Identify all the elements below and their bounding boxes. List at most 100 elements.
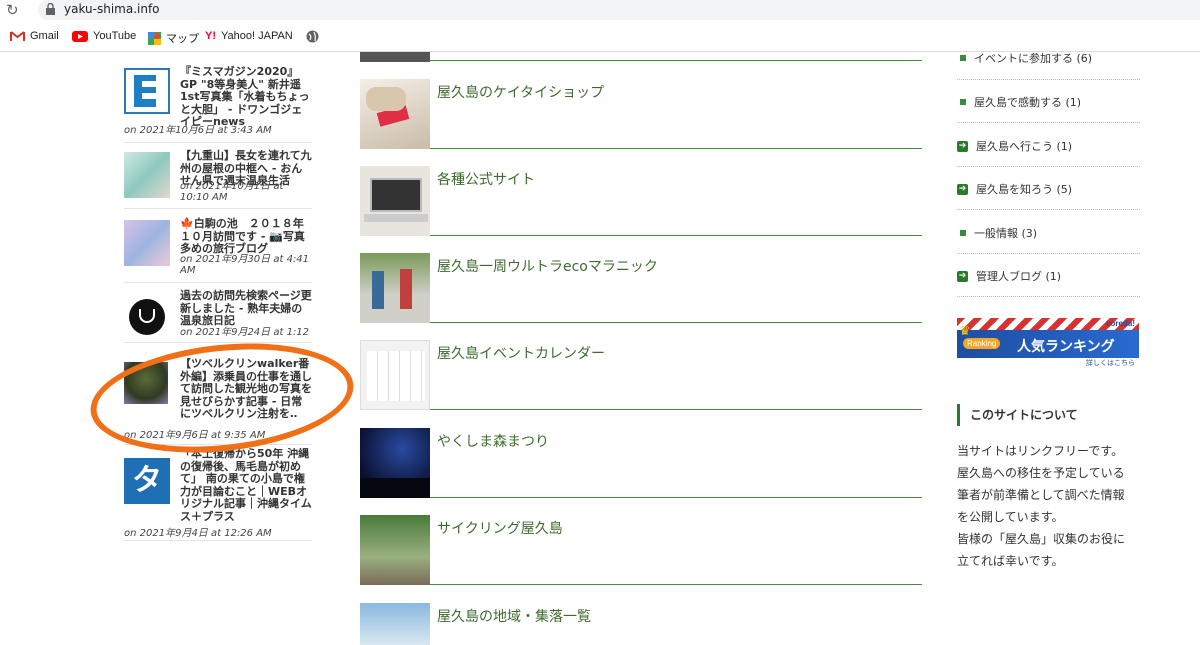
arrow-right-icon: ➔ — [957, 140, 968, 152]
maps-icon — [148, 31, 161, 45]
divider — [957, 166, 1140, 167]
card-image — [360, 603, 430, 645]
about-line: 立てれば幸いです。 — [957, 554, 1064, 568]
card-image — [360, 253, 430, 323]
post-title[interactable]: 🍁白駒の池 ２０１８年１０月訪問です - 📷写真多めの旅行ブログ — [180, 217, 312, 256]
bookmarks-bar: Gmail YouTube マップ Y! Yahoo! JAPAN — [0, 24, 1200, 52]
card-image — [360, 515, 430, 585]
arrow-right-icon: ➔ — [957, 270, 968, 282]
youtube-icon — [72, 30, 88, 42]
category-item[interactable]: ➔ 屋久島へ行こう (1) — [957, 138, 1140, 154]
bookmark-label: マップ — [166, 33, 199, 45]
divider — [124, 342, 312, 343]
card-title[interactable]: 屋久島一周ウルトラecoマラニック — [437, 256, 658, 276]
category-label[interactable]: 屋久島で感動する (1) — [974, 94, 1081, 110]
card-title[interactable]: 屋久島の地域・集落一覧 — [437, 606, 591, 626]
bookmark-maps[interactable]: マップ — [148, 30, 199, 46]
url-text[interactable]: yaku-shima.info — [64, 2, 160, 16]
reload-icon[interactable]: ↻ — [6, 1, 19, 19]
divider — [957, 253, 1140, 254]
bookmark-youtube[interactable]: YouTube — [72, 30, 136, 42]
list-item[interactable]: 『ミスマガジン2020』GP "8等身美人" 新井遥 1st写真集「水着もちょっ… — [124, 62, 312, 144]
card-title[interactable]: 屋久島イベントカレンダー — [437, 343, 605, 363]
about-heading: このサイトについて — [957, 404, 1078, 426]
post-date: on 2021年10月1日 at 10:10 AM — [180, 181, 284, 203]
divider — [957, 122, 1140, 123]
link-card[interactable]: 屋久島の地域・集落一覧 — [360, 603, 922, 645]
list-item[interactable]: 【九重山】長女を連れて九州の屋根の中框へ - おんせん県で週末温泉生活 on 2… — [124, 144, 312, 210]
card-title[interactable]: 各種公式サイト — [437, 169, 535, 189]
link-card[interactable]: サイクリング屋久島 — [360, 515, 922, 585]
card-underline — [430, 584, 922, 585]
globe-icon — [306, 30, 319, 43]
card-image-partial — [360, 52, 430, 62]
post-date: on 2021年9月30日 at 4:41 AM — [180, 254, 310, 276]
category-item[interactable]: イベントに参加する (6) — [957, 50, 1140, 66]
thumbnail — [124, 294, 170, 340]
card-image — [360, 428, 430, 498]
category-label[interactable]: イベントに参加する (6) — [974, 50, 1092, 66]
post-date: on 2021年9月4日 at 12:26 AM — [124, 528, 272, 539]
arrow-right-icon: ➔ — [957, 183, 968, 195]
post-title[interactable]: 『ミスマガジン2020』GP "8等身美人" 新井遥 1st写真集「水着もちょっ… — [180, 65, 312, 129]
card-underline — [430, 322, 922, 323]
divider — [124, 208, 312, 209]
category-label[interactable]: 管理人ブログ (1) — [976, 268, 1061, 284]
about-line: 筆者が前準備として調べた情報 — [957, 488, 1125, 502]
card-underline — [430, 148, 922, 149]
bullet-icon — [960, 55, 966, 61]
post-title[interactable]: 「本土復帰から50年 沖縄の復帰後、馬毛島が初めて」 南の果ての小島で権力が目論… — [180, 448, 312, 522]
ad-title: 人気ランキング — [1017, 339, 1115, 355]
card-underline — [430, 409, 922, 410]
thumbnail — [124, 220, 170, 266]
crown-icon: ♛ — [959, 324, 971, 339]
address-bar-area: ↻ yaku-shima.info — [0, 0, 1200, 22]
lock-icon[interactable] — [46, 3, 55, 15]
list-item[interactable]: 過去の訪問先検索ページ更新しました - 熟年夫婦の温泉旅日記 on 2021年9… — [124, 282, 312, 344]
category-label[interactable]: 屋久島を知ろう (5) — [976, 181, 1072, 197]
ad-cta[interactable]: 詳しくはこちら — [1086, 358, 1135, 368]
bookmark-label: Yahoo! JAPAN — [221, 30, 293, 42]
list-item[interactable]: 🍁白駒の池 ２０１８年１０月訪問です - 📷写真多めの旅行ブログ on 2021… — [124, 210, 312, 283]
ad-brand: coreda! — [1106, 319, 1135, 328]
card-title[interactable]: 屋久島のケイタイショップ — [437, 82, 604, 102]
bullet-icon — [960, 99, 966, 105]
link-card[interactable]: 各種公式サイト — [360, 166, 922, 236]
divider — [957, 79, 1140, 80]
link-card[interactable]: 屋久島のケイタイショップ — [360, 79, 922, 149]
category-item[interactable]: ➔ 管理人ブログ (1) — [957, 268, 1140, 284]
post-title[interactable]: 過去の訪問先検索ページ更新しました - 熟年夫婦の温泉旅日記 — [180, 289, 312, 328]
category-item[interactable]: ➔ 屋久島を知ろう (5) — [957, 181, 1140, 197]
category-item[interactable]: 一般情報 (3) — [957, 225, 1140, 241]
bookmark-yahoo[interactable]: Y! Yahoo! JAPAN — [205, 30, 293, 42]
ranking-banner[interactable]: coreda! ♛ Ranking 人気ランキング 詳しくはこちら — [957, 318, 1139, 368]
divider — [124, 142, 312, 143]
card-underline — [430, 497, 922, 498]
divider — [124, 540, 312, 541]
card-image — [360, 340, 430, 410]
bullet-icon — [960, 230, 966, 236]
category-item[interactable]: 屋久島で感動する (1) — [957, 94, 1140, 110]
bookmark-globe[interactable] — [306, 30, 319, 43]
card-image — [360, 79, 430, 149]
card-title[interactable]: サイクリング屋久島 — [437, 518, 563, 538]
category-label[interactable]: 一般情報 (3) — [974, 225, 1037, 241]
list-item[interactable]: タ 「本土復帰から50年 沖縄の復帰後、馬毛島が初めて」 南の果ての小島で権力が… — [124, 446, 312, 542]
card-title[interactable]: やくしま森まつり — [437, 431, 549, 451]
link-card[interactable]: やくしま森まつり — [360, 428, 922, 498]
post-date: on 2021年10月6日 at 3:43 AM — [124, 125, 272, 136]
bookmark-gmail[interactable]: Gmail — [10, 30, 59, 42]
ranking-badge: Ranking — [963, 338, 1001, 349]
thumbnail — [124, 68, 170, 114]
about-line: 屋久島への移住を予定している — [957, 466, 1125, 480]
link-card[interactable]: 屋久島一周ウルトラecoマラニック — [360, 253, 922, 323]
bookmark-label: YouTube — [93, 30, 137, 42]
url-box[interactable] — [38, 0, 1200, 20]
link-card[interactable]: 屋久島イベントカレンダー — [360, 340, 922, 410]
about-line: 当サイトはリンクフリーです。 — [957, 444, 1124, 458]
divider — [957, 209, 1140, 210]
thumbnail: タ — [124, 458, 170, 504]
bookmark-label: Gmail — [30, 30, 59, 42]
about-line: を公開しています。 — [957, 510, 1064, 524]
category-label[interactable]: 屋久島へ行こう (1) — [976, 138, 1072, 154]
